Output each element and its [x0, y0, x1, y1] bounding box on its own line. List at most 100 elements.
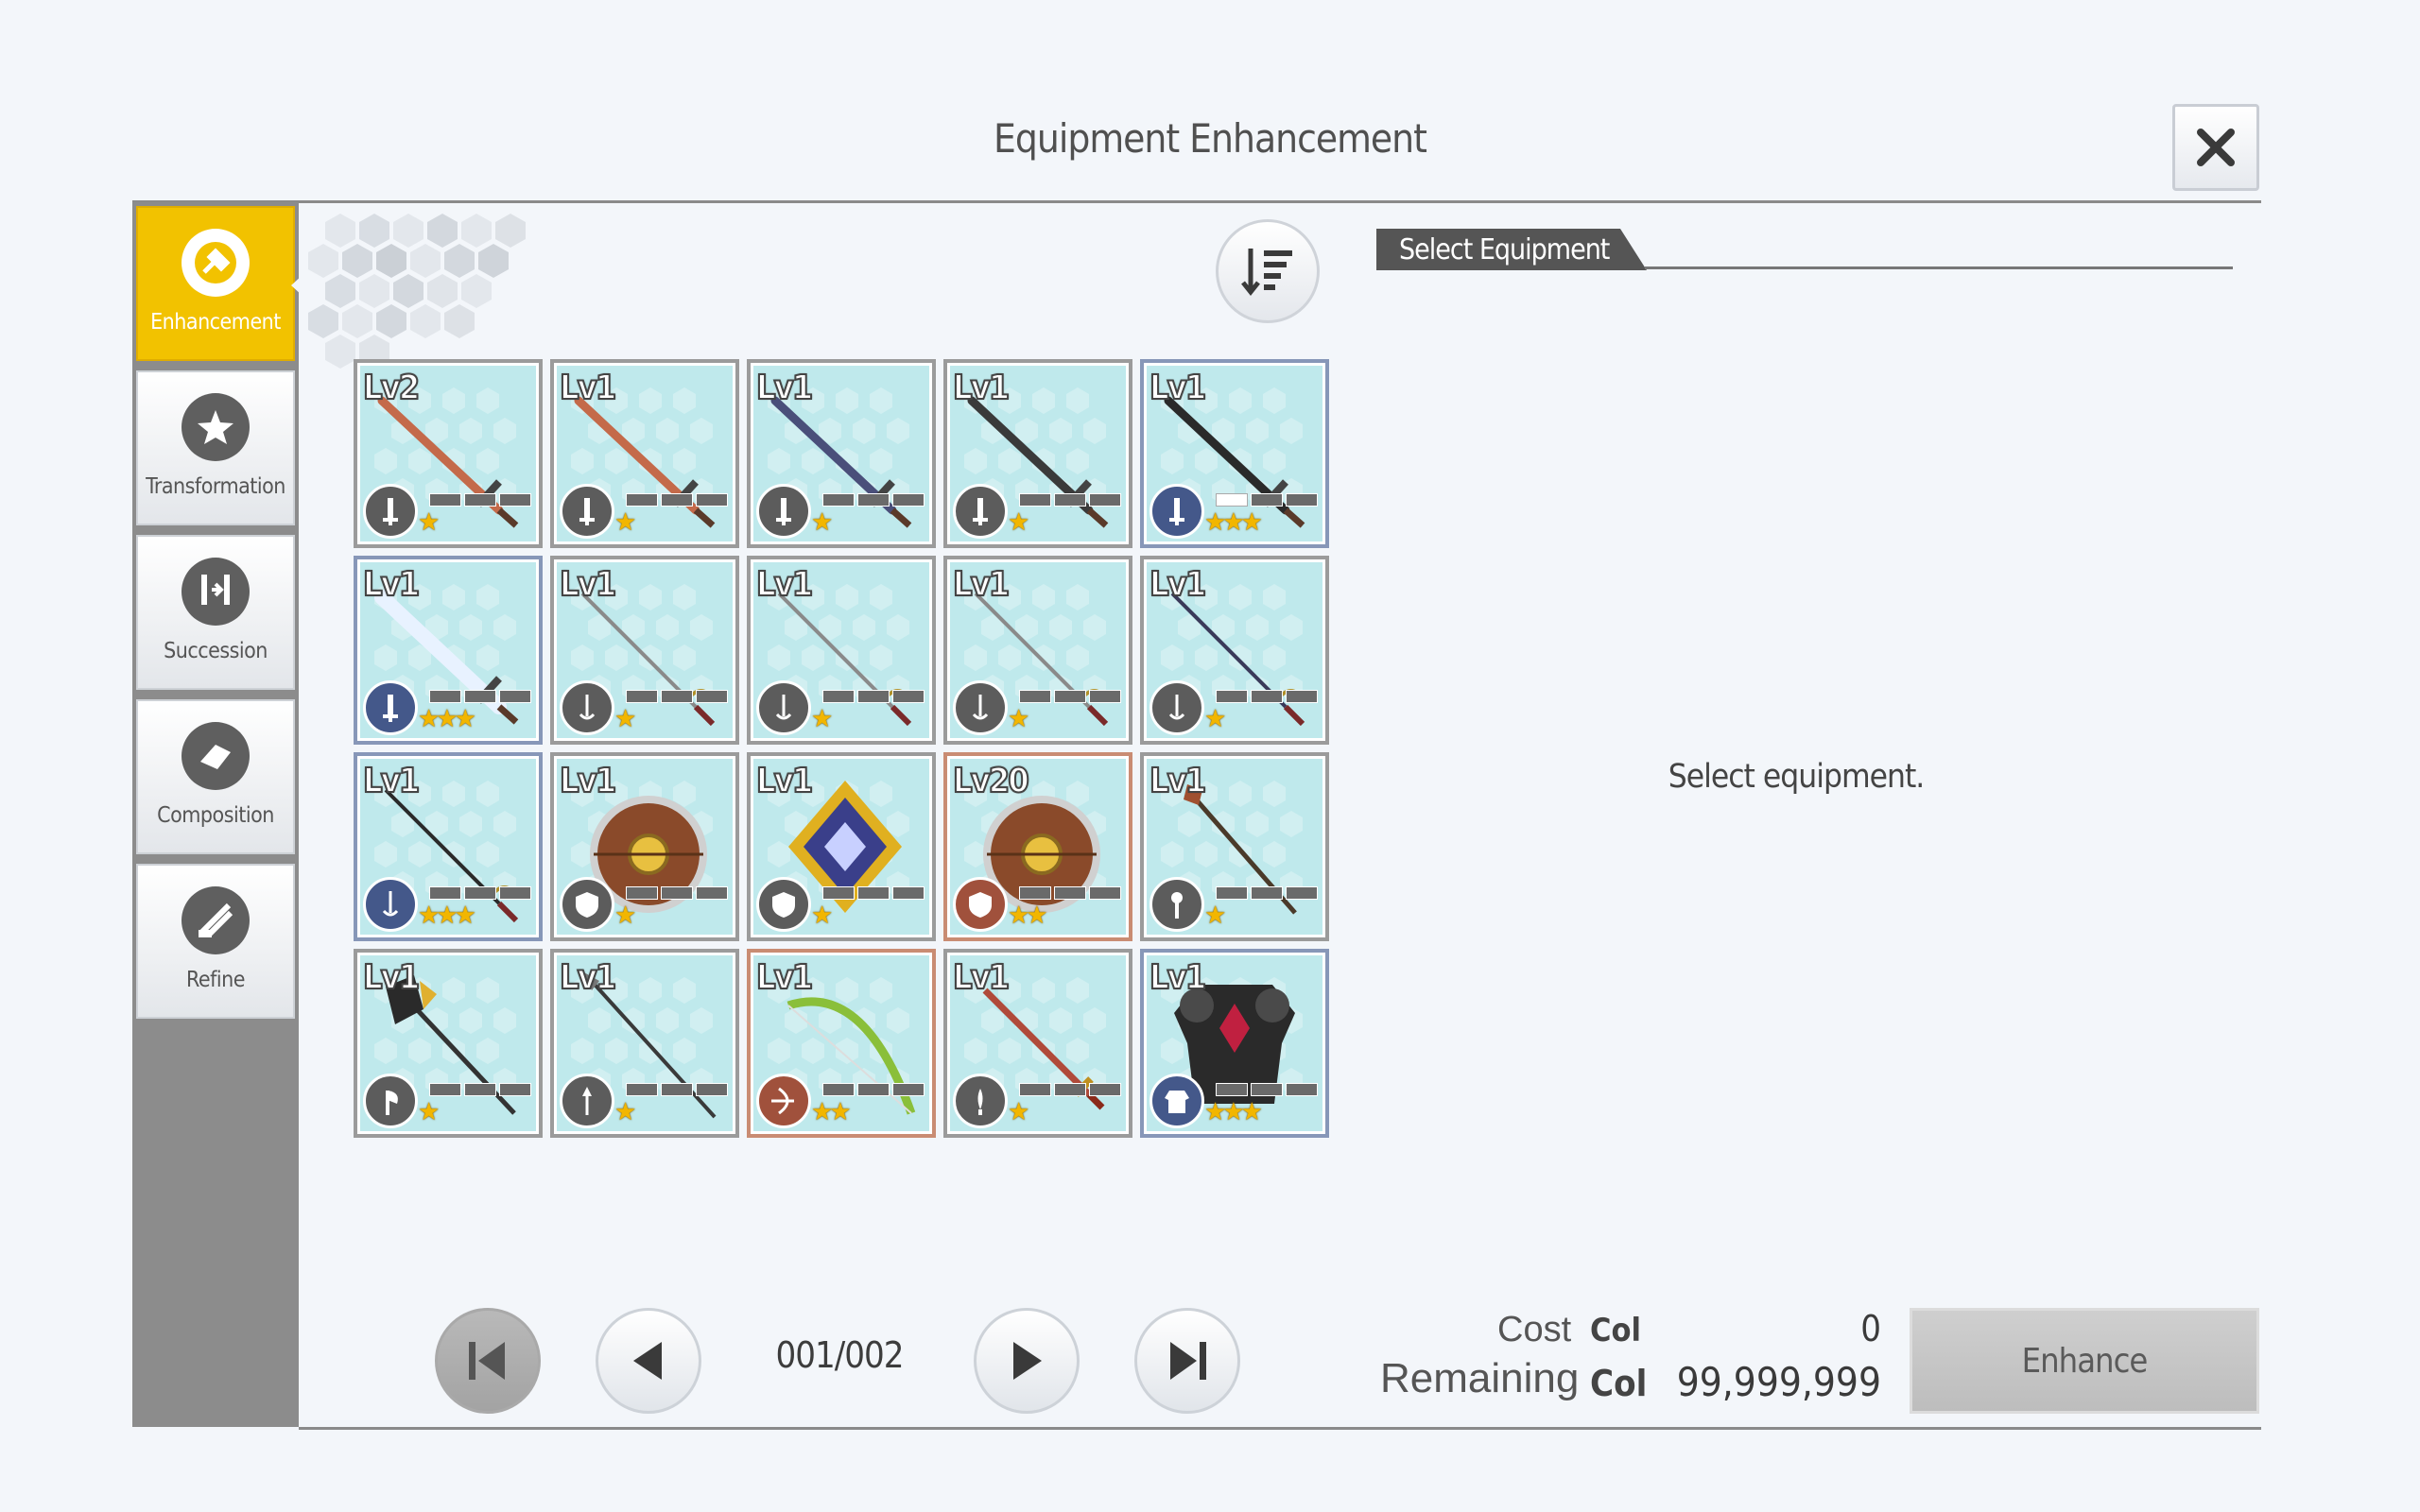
equipment-level: Lv1 — [559, 368, 617, 408]
equipment-slot-greatsword[interactable]: Lv1 ★★★ — [354, 556, 543, 745]
enhancement-slots — [429, 493, 531, 507]
equipment-level: Lv1 — [755, 368, 814, 408]
section-divider — [1645, 266, 2233, 269]
enhance-button[interactable]: Enhance — [1910, 1308, 2259, 1414]
succession-icon — [182, 558, 250, 626]
tab-succession[interactable]: Succession — [136, 535, 295, 690]
enhancement-slot — [696, 886, 728, 900]
tab-refine[interactable]: Refine — [136, 864, 295, 1019]
rarity-stars: ★ — [614, 508, 636, 537]
equipment-slot-mace[interactable]: Lv1 ★ — [1140, 752, 1329, 941]
equipment-slot-shield[interactable]: Lv1 ★ — [550, 752, 739, 941]
rarity-stars: ★★ — [811, 1098, 852, 1126]
equipment-slot-rapier[interactable]: Lv1 ★ — [747, 556, 936, 745]
equipment-slot-sword[interactable]: Lv1 ★★★ — [1140, 359, 1329, 548]
enhancement-slot — [499, 1083, 531, 1096]
cost-value: 0 — [1860, 1308, 1881, 1349]
equipment-level: Lv1 — [952, 368, 1011, 408]
tab-transformation[interactable]: Transformation — [136, 370, 295, 525]
equipment-slot-axe[interactable]: Lv1 ★ — [354, 949, 543, 1138]
rarity-stars: ★ — [1204, 705, 1226, 733]
enhancement-slots — [1216, 493, 1318, 507]
equipment-level: Lv1 — [1149, 564, 1207, 605]
equipment-slot-rapier[interactable]: Lv1 ★ — [943, 556, 1132, 745]
equipment-slot-spear[interactable]: Lv1 ★ — [550, 949, 739, 1138]
equipment-level: Lv1 — [362, 761, 421, 801]
equipment-slot-sword[interactable]: Lv1 ★ — [747, 359, 936, 548]
equipment-slot-sword[interactable]: Lv1 ★ — [943, 359, 1132, 548]
enhancement-slot — [661, 493, 693, 507]
equipment-slot-sword[interactable]: Lv1 ★ — [550, 359, 739, 548]
shield-icon — [953, 877, 1008, 932]
next-icon — [1013, 1342, 1042, 1380]
sword-icon — [953, 484, 1008, 539]
transformation-icon — [182, 393, 250, 461]
enhancement-slot — [1251, 886, 1283, 900]
enhancement-slot — [1251, 690, 1283, 703]
tab-enhancement[interactable]: Enhancement — [136, 206, 314, 361]
equipment-slot-bow[interactable]: Lv1 ★★ — [747, 949, 936, 1138]
enhancement-slot — [696, 1083, 728, 1096]
equipment-level: Lv1 — [362, 957, 421, 998]
enhancement-slots — [1216, 1083, 1318, 1096]
mace-icon — [1150, 877, 1204, 932]
shield-icon — [560, 877, 614, 932]
rarity-stars: ★ — [1008, 705, 1029, 733]
enhancement-slot — [661, 690, 693, 703]
equipment-slot-rapier[interactable]: Lv1 ★★★ — [354, 752, 543, 941]
armor-icon — [1150, 1074, 1204, 1128]
select-equipment-header: Select Equipment — [1376, 229, 1647, 270]
remaining-currency-label: Col — [1590, 1363, 1648, 1404]
equipment-slot-crest-shield[interactable]: Lv1 ★ — [747, 752, 936, 941]
enhancement-slot — [626, 690, 658, 703]
rapier-icon — [1150, 680, 1204, 735]
tab-label: Succession — [164, 639, 268, 663]
axe-icon — [363, 1074, 418, 1128]
equipment-level: Lv1 — [1149, 368, 1207, 408]
previous-page-button[interactable] — [596, 1308, 701, 1414]
last-page-button[interactable] — [1134, 1308, 1240, 1414]
rarity-stars: ★★★ — [418, 705, 476, 733]
first-page-button[interactable] — [435, 1308, 541, 1414]
enhancement-slot — [1216, 886, 1248, 900]
enhancement-slot — [1054, 1083, 1086, 1096]
equipment-slot-armor[interactable]: Lv1 ★★★ — [1140, 949, 1329, 1138]
enhancement-slots — [626, 886, 728, 900]
sort-button[interactable] — [1216, 219, 1320, 323]
enhancement-slots — [822, 690, 925, 703]
equipment-level: Lv1 — [559, 957, 617, 998]
enhancement-slots — [626, 1083, 728, 1096]
rarity-stars: ★★★ — [1204, 508, 1263, 537]
equipment-slot-shield[interactable]: Lv20 ★★ — [943, 752, 1132, 941]
equipment-level: Lv1 — [755, 564, 814, 605]
enhancement-slot — [429, 886, 461, 900]
enhancement-slot — [1054, 886, 1086, 900]
equipment-slot-dagger[interactable]: Lv1 ★ — [943, 949, 1132, 1138]
equipment-slot-rapier[interactable]: Lv1 ★ — [550, 556, 739, 745]
enhancement-slot — [1286, 493, 1318, 507]
tab-label: Composition — [157, 803, 274, 828]
enhancement-slot — [1089, 886, 1121, 900]
equipment-level: Lv1 — [952, 564, 1011, 605]
close-button[interactable] — [2172, 104, 2259, 191]
enhancement-slot — [1089, 690, 1121, 703]
enhancement-slot — [822, 1083, 855, 1096]
equipment-level: Lv1 — [755, 761, 814, 801]
next-page-button[interactable] — [974, 1308, 1080, 1414]
rarity-stars: ★ — [1008, 1098, 1029, 1126]
tab-composition[interactable]: Composition — [136, 699, 295, 854]
enhancement-slot — [499, 493, 531, 507]
composition-icon — [182, 722, 250, 790]
rarity-stars: ★ — [1204, 902, 1226, 930]
enhancement-slot — [892, 886, 925, 900]
enhancement-slot — [464, 886, 496, 900]
equipment-slot-sword[interactable]: Lv2 ★ — [354, 359, 543, 548]
tab-label: Enhancement — [150, 310, 281, 335]
enhancement-slots — [626, 493, 728, 507]
equipment-level: Lv1 — [362, 564, 421, 605]
rapier-icon — [756, 680, 811, 735]
enhancement-slot — [499, 886, 531, 900]
tab-label: Transformation — [146, 474, 285, 499]
cost-currency-label: Col — [1590, 1312, 1641, 1349]
equipment-slot-rapier[interactable]: Lv1 ★ — [1140, 556, 1329, 745]
